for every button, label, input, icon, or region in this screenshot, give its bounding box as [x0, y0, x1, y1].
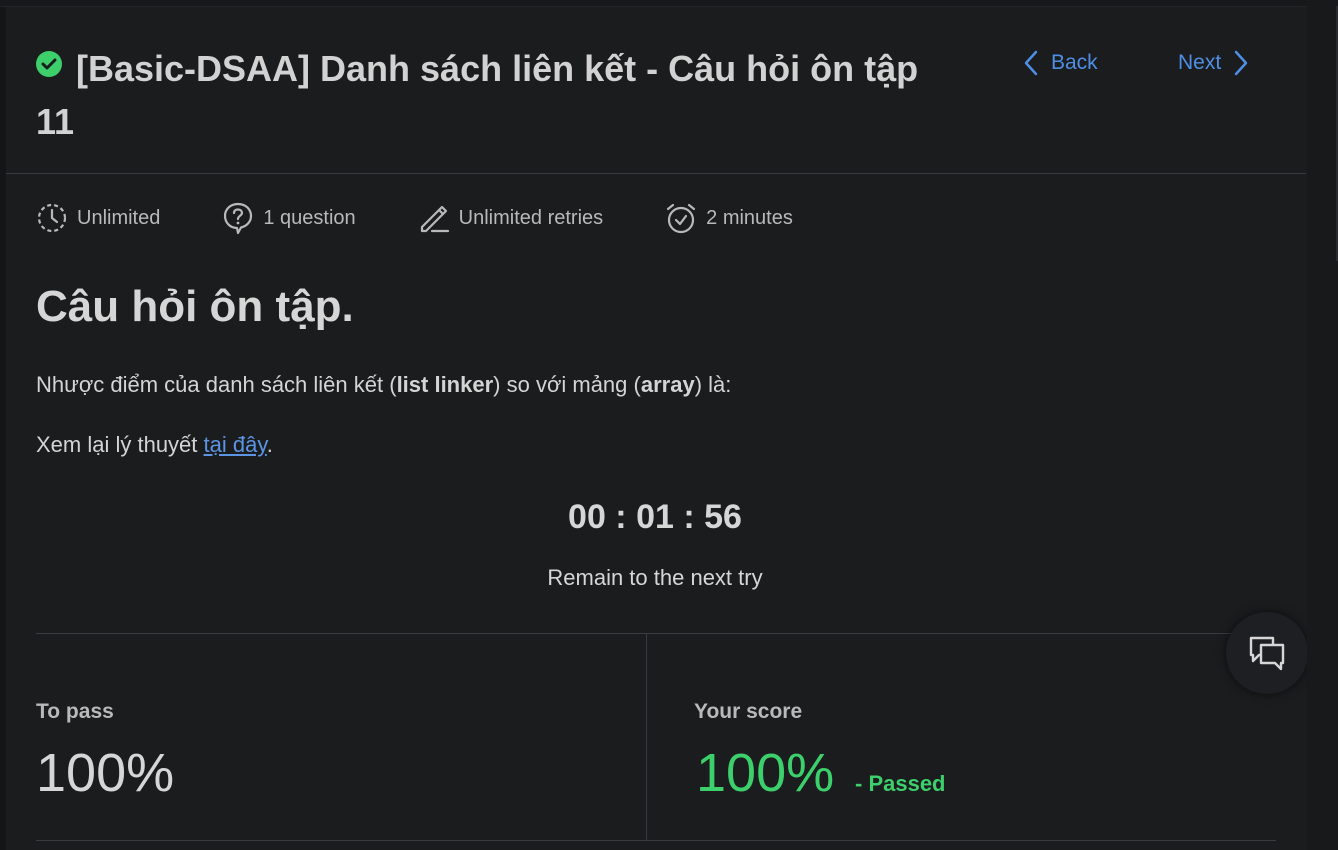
question-suffix: ) là: — [694, 372, 732, 397]
duration-text: 2 minutes — [706, 206, 793, 229]
retries-text: Unlimited retries — [458, 206, 604, 229]
chat-button[interactable] — [1226, 612, 1308, 694]
meta-time-limit: Unlimited — [36, 202, 160, 234]
to-pass-value: 100% — [36, 743, 175, 803]
time-limit-text: Unlimited — [77, 206, 161, 229]
question-term-1: list linker — [396, 372, 494, 397]
question-middle: ) so với mảng ( — [493, 372, 641, 397]
next-label: Next — [1178, 51, 1222, 74]
review-prefix: Xem lại lý thuyết — [36, 432, 204, 457]
question-prefix: Nhược điểm của danh sách liên kết ( — [36, 372, 397, 397]
check-circle-icon — [36, 51, 62, 77]
to-pass-label: To pass — [36, 700, 114, 723]
score-label: Your score — [694, 700, 803, 723]
next-button[interactable]: Next — [1166, 48, 1249, 78]
results-divider — [646, 634, 647, 840]
pencil-icon — [420, 205, 449, 233]
back-label: Back — [1051, 51, 1098, 74]
results-panel: To pass 100% Your score 100% - Passed — [36, 633, 1276, 841]
question-text: Nhược điểm của danh sách liên kết (list … — [36, 372, 731, 398]
retry-timer-caption: Remain to the next try — [547, 565, 763, 590]
quiz-page: [Basic-DSAA] Danh sách liên kết - Câu hỏ… — [0, 0, 1338, 850]
quiz-title: [Basic-DSAA] Danh sách liên kết - Câu hỏ… — [36, 48, 919, 142]
questions-text: 1 question — [263, 206, 356, 229]
meta-duration: 2 minutes — [665, 202, 793, 234]
chevron-left-icon — [1024, 50, 1038, 76]
score-value: 100% — [696, 743, 835, 803]
chevron-right-icon — [1234, 50, 1248, 76]
review-suffix: . — [266, 432, 273, 457]
alarm-clock-icon — [667, 203, 696, 234]
page-title: [Basic-DSAA] Danh sách liên kết - Câu hỏ… — [36, 42, 956, 148]
pass-status: - Passed — [855, 771, 946, 796]
back-button[interactable]: Back — [1023, 48, 1110, 78]
chat-bubbles-icon — [1249, 636, 1285, 671]
retry-timer: 00 : 01 : 56 — [568, 498, 742, 536]
meta-retries: Unlimited retries — [418, 202, 603, 234]
question-term-2: array — [640, 372, 695, 397]
meta-questions: 1 question — [222, 201, 356, 235]
question-bubble-icon — [224, 202, 253, 235]
quiz-meta: Unlimited 1 question Unlimited retries 2… — [36, 198, 855, 238]
clock-dashed-icon — [37, 203, 67, 233]
review-text: Xem lại lý thuyết tại đây. — [36, 432, 273, 458]
section-heading: Câu hỏi ôn tập. — [36, 282, 354, 331]
review-link[interactable]: tại đây — [204, 432, 267, 457]
quiz-header: [Basic-DSAA] Danh sách liên kết - Câu hỏ… — [6, 6, 1306, 174]
scrollbar[interactable] — [1307, 0, 1338, 850]
